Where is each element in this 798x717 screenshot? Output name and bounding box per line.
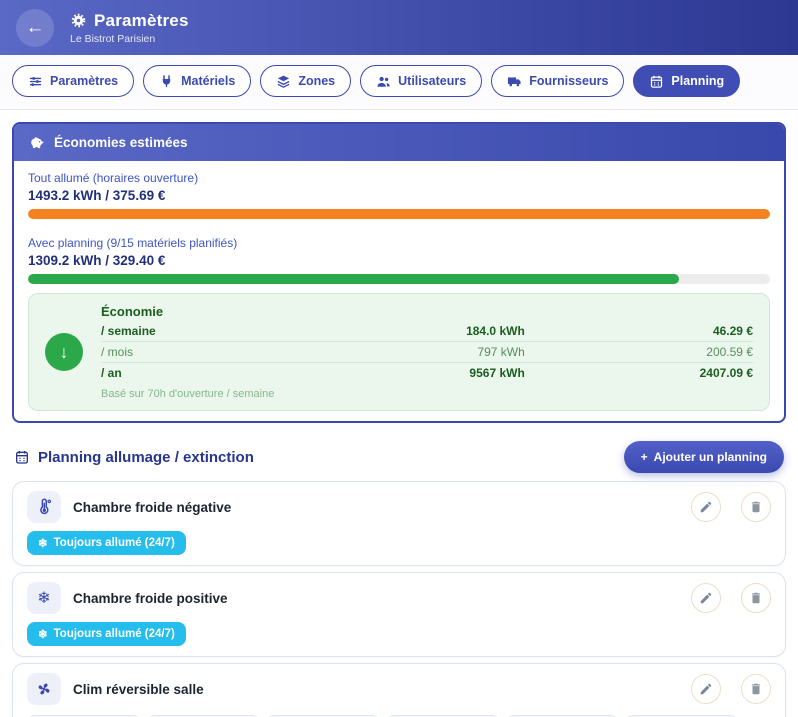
tab-parametres[interactable]: Paramètres xyxy=(12,65,134,97)
planning-item-name: Chambre froide positive xyxy=(73,591,671,606)
header-text: Paramètres Le Bistrot Parisien xyxy=(70,11,189,45)
plus-icon: + xyxy=(641,450,648,464)
with-planning-progress-fill xyxy=(28,274,679,284)
all-on-value: 1493.2 kWh / 375.69 € xyxy=(28,187,770,204)
users-icon xyxy=(376,74,391,89)
economy-row-year: / an 9567 kWh 2407.09 € xyxy=(101,363,753,383)
planning-section-title-wrap: Planning allumage / extinction xyxy=(14,449,254,466)
piggy-bank-icon xyxy=(28,134,45,151)
planning-card-clim-reversible-salle: Clim réversible salle Mar 12:00 → 14:30 … xyxy=(12,663,786,717)
gear-icon xyxy=(70,12,87,29)
fan-icon xyxy=(27,673,61,705)
page-subtitle: Le Bistrot Parisien xyxy=(70,33,189,45)
trash-icon xyxy=(749,682,763,696)
economy-kwh: 797 kWh xyxy=(297,345,525,359)
badge-label: Toujours allumé (24/7) xyxy=(54,628,175,640)
tab-label: Fournisseurs xyxy=(529,74,608,88)
calendar-icon xyxy=(649,74,664,89)
all-on-progress-fill xyxy=(28,209,770,219)
economy-footnote: Basé sur 70h d'ouverture / semaine xyxy=(101,388,753,400)
app-header: ← Paramètres Le Bistrot Parisien xyxy=(0,0,798,55)
tab-materiels[interactable]: Matériels xyxy=(143,65,251,97)
planning-section-header: Planning allumage / extinction + Ajouter… xyxy=(14,441,784,473)
add-planning-button[interactable]: + Ajouter un planning xyxy=(624,441,784,473)
planning-item-name: Chambre froide négative xyxy=(73,500,671,515)
economy-row-month: / mois 797 kWh 200.59 € xyxy=(101,342,753,363)
all-on-label: Tout allumé (horaires ouverture) xyxy=(28,171,770,185)
edit-button[interactable] xyxy=(691,674,721,704)
back-button[interactable]: ← xyxy=(16,9,54,47)
economy-title: Économie xyxy=(101,304,753,319)
tab-label: Paramètres xyxy=(50,74,118,88)
snowflake-icon: ❄ xyxy=(27,582,61,614)
tab-zones[interactable]: Zones xyxy=(260,65,351,97)
economy-euro: 2407.09 € xyxy=(525,366,753,380)
calendar-icon xyxy=(14,449,30,465)
economy-content: Économie / semaine 184.0 kWh 46.29 € / m… xyxy=(101,304,753,400)
tab-label: Zones xyxy=(298,74,335,88)
tab-bar: Paramètres Matériels Zones Utilisateurs … xyxy=(0,55,798,110)
snowflake-icon: ❄ xyxy=(38,536,48,550)
pencil-icon xyxy=(699,591,713,605)
economy-period: / semaine xyxy=(101,324,297,338)
with-planning-value: 1309.2 kWh / 329.40 € xyxy=(28,252,770,269)
thermometer-icon xyxy=(27,491,61,523)
economy-kwh: 184.0 kWh xyxy=(297,324,525,338)
with-planning-label: Avec planning (9/15 matériels planifiés) xyxy=(28,236,770,250)
plug-icon xyxy=(159,74,174,89)
pencil-icon xyxy=(699,682,713,696)
pencil-icon xyxy=(699,500,713,514)
economy-row-week: / semaine 184.0 kWh 46.29 € xyxy=(101,321,753,342)
badge-label: Toujours allumé (24/7) xyxy=(54,537,175,549)
all-on-group: Tout allumé (horaires ouverture) 1493.2 … xyxy=(28,171,770,219)
planning-section-title: Planning allumage / extinction xyxy=(38,449,254,466)
savings-card-title: Économies estimées xyxy=(54,135,188,150)
planning-card-chambre-froide-positive: ❄ Chambre froide positive ❄ Toujours all… xyxy=(12,572,786,657)
delete-button[interactable] xyxy=(741,674,771,704)
economy-euro: 46.29 € xyxy=(525,324,753,338)
tab-label: Utilisateurs xyxy=(398,74,466,88)
economy-period: / an xyxy=(101,366,297,380)
arrow-down-icon: ↓ xyxy=(45,333,83,371)
tab-planning[interactable]: Planning xyxy=(633,65,740,97)
planning-card-chambre-froide-negative: Chambre froide négative ❄ Toujours allum… xyxy=(12,481,786,566)
tab-fournisseurs[interactable]: Fournisseurs xyxy=(491,65,624,97)
page-title: Paramètres xyxy=(94,11,189,31)
main-content: Économies estimées Tout allumé (horaires… xyxy=(0,110,798,717)
all-on-progress-track xyxy=(28,209,770,219)
delete-button[interactable] xyxy=(741,492,771,522)
economy-summary-box: ↓ Économie / semaine 184.0 kWh 46.29 € /… xyxy=(28,293,770,411)
edit-button[interactable] xyxy=(691,583,721,613)
economy-euro: 200.59 € xyxy=(525,345,753,359)
snowflake-icon: ❄ xyxy=(38,627,48,641)
tab-label: Matériels xyxy=(181,74,235,88)
trash-icon xyxy=(749,591,763,605)
sliders-icon xyxy=(28,74,43,89)
estimated-savings-card: Économies estimées Tout allumé (horaires… xyxy=(12,122,786,423)
planning-item-name: Clim réversible salle xyxy=(73,682,671,697)
savings-card-body: Tout allumé (horaires ouverture) 1493.2 … xyxy=(14,161,784,421)
economy-period: / mois xyxy=(101,345,297,359)
always-on-badge: ❄ Toujours allumé (24/7) xyxy=(27,622,186,646)
trash-icon xyxy=(749,500,763,514)
layers-icon xyxy=(276,74,291,89)
economy-kwh: 9567 kWh xyxy=(297,366,525,380)
tab-utilisateurs[interactable]: Utilisateurs xyxy=(360,65,482,97)
add-planning-label: Ajouter un planning xyxy=(654,450,767,464)
edit-button[interactable] xyxy=(691,492,721,522)
savings-card-header: Économies estimées xyxy=(14,124,784,161)
delete-button[interactable] xyxy=(741,583,771,613)
truck-icon xyxy=(507,74,522,89)
always-on-badge: ❄ Toujours allumé (24/7) xyxy=(27,531,186,555)
with-planning-group: Avec planning (9/15 matériels planifiés)… xyxy=(28,236,770,284)
with-planning-progress-track xyxy=(28,274,770,284)
tab-label: Planning xyxy=(671,74,724,88)
